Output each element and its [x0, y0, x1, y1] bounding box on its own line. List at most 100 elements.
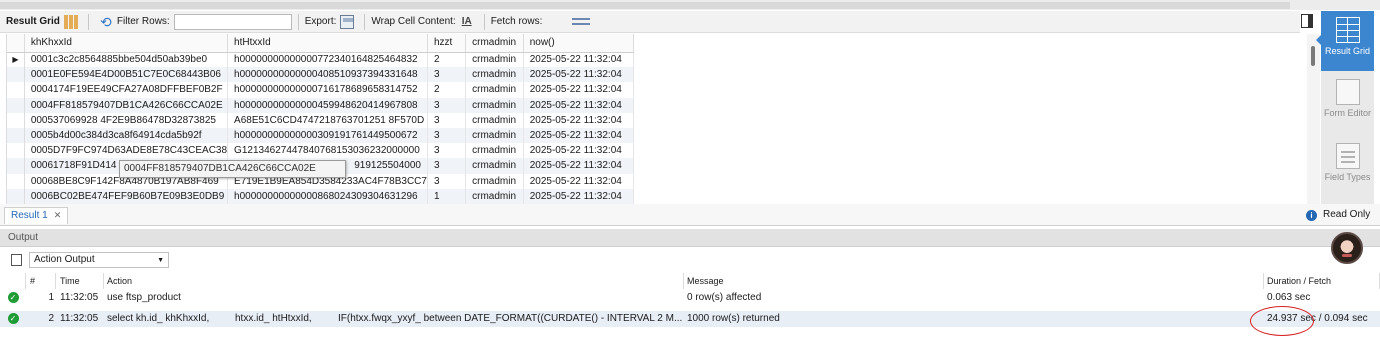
cell[interactable]: crmadmin — [465, 67, 524, 83]
cell[interactable]: 0004174F19EE49CFA27A08DFFBEF0B2F — [24, 82, 229, 98]
cell[interactable]: 0001c3c2c8564885bbe504d50ab39be0 — [24, 52, 229, 68]
output-type-select[interactable]: Action Output ▼ — [29, 252, 169, 268]
avatar[interactable] — [1331, 232, 1363, 264]
cell[interactable]: 0006BC02BE474FEF9B60B7E09B3E0DB9 — [24, 188, 229, 204]
cell[interactable]: 3 — [427, 143, 467, 159]
current-row-arrow-icon: ▶ — [7, 52, 25, 68]
cell[interactable]: crmadmin — [465, 112, 524, 128]
toolbar-divider — [483, 13, 485, 30]
toolbar-divider — [87, 13, 89, 30]
cell[interactable]: h00000000000000716178689658314752 — [227, 82, 428, 98]
table-row[interactable]: 0006BC02BE474FEF9B60B7E09B3E0DB9 h0000000… — [7, 188, 634, 204]
cell[interactable]: h00000000000000408510937394331648 — [227, 67, 428, 83]
status-column-header — [0, 273, 26, 289]
cell[interactable]: crmadmin — [465, 188, 524, 204]
cell[interactable]: 2025-05-22 11:32:04 — [523, 127, 634, 144]
cell[interactable]: 2025-05-22 11:32:04 — [523, 112, 634, 128]
cell[interactable]: 2025-05-22 11:32:04 — [523, 188, 634, 204]
cell[interactable]: 3 — [427, 112, 467, 128]
cell[interactable]: 3 — [427, 158, 467, 174]
output-row[interactable]: ✓ 2 11:32:05 select kh.id_ khKhxxId, htxx… — [0, 311, 1380, 327]
cell[interactable]: 3 — [427, 97, 467, 113]
close-icon[interactable]: ✕ — [54, 210, 62, 220]
cell[interactable]: 2 — [427, 82, 467, 98]
cell[interactable]: crmadmin — [465, 127, 524, 144]
table-row[interactable]: 0005b4d00c384d3ca8f64914cda5b92f h0000000… — [7, 127, 634, 144]
grid-vertical-scrollbar[interactable] — [1307, 34, 1320, 204]
cell[interactable]: 2025-05-22 11:32:04 — [523, 82, 634, 98]
column-header[interactable]: # — [26, 273, 56, 289]
cell[interactable]: 3 — [427, 127, 467, 144]
cell[interactable]: 2025-05-22 11:32:04 — [523, 52, 634, 68]
cell[interactable]: 2025-05-22 11:32:04 — [523, 158, 634, 174]
column-header[interactable]: Duration / Fetch — [1264, 273, 1380, 289]
cell[interactable]: 2025-05-22 11:32:04 — [523, 143, 634, 159]
cell[interactable]: 3 — [427, 173, 467, 189]
row-time: 11:32:05 — [60, 292, 99, 303]
column-header[interactable]: crmadmin — [465, 34, 524, 53]
cell[interactable]: crmadmin — [465, 97, 524, 113]
column-header[interactable]: Message — [684, 273, 1264, 289]
cell[interactable]: h00000000000000459948620414967808 — [227, 97, 428, 113]
column-header[interactable]: Time — [56, 273, 104, 289]
refresh-icon[interactable]: ⟲ — [99, 15, 113, 29]
column-header[interactable]: htHtxxId — [227, 34, 428, 53]
copy-icon[interactable] — [8, 254, 22, 269]
tab-result-1[interactable]: Result 1 ✕ — [4, 207, 69, 224]
cell[interactable]: h00000000000000868024309304631296 — [227, 188, 428, 204]
form-editor-view-button[interactable]: Form Editor — [1321, 79, 1374, 133]
row-message: 0 row(s) affected — [687, 292, 762, 303]
field-types-label: Field Types — [1324, 172, 1371, 182]
export-icon[interactable] — [340, 14, 355, 29]
fetch-next-icon[interactable] — [572, 14, 591, 29]
result-grid-view-button[interactable]: Result Grid — [1316, 11, 1374, 71]
cell[interactable]: 0005D7F9FC974D63ADE8E78C43CEAC38 — [24, 143, 229, 159]
column-header[interactable]: hzzt — [427, 34, 467, 53]
cell[interactable]: crmadmin — [465, 52, 524, 68]
cell[interactable]: 000537069928 4F2E9B86478D32873825 — [24, 112, 229, 128]
cell[interactable]: crmadmin — [465, 158, 524, 174]
row-duration: 0.063 sec — [1267, 292, 1311, 303]
status-cell: ✓ — [0, 311, 26, 327]
cell[interactable]: 2025-05-22 11:32:04 — [523, 97, 634, 113]
read-only-indicator: i Read Only — [1306, 208, 1370, 222]
cell[interactable]: 2025-05-22 11:32:04 — [523, 67, 634, 83]
cell[interactable]: h00000000000000309191761449500672 — [227, 127, 428, 144]
table-row[interactable]: ▶ 0001c3c2c8564885bbe504d50ab39be0 h000000… — [7, 52, 634, 68]
filter-rows-input[interactable] — [173, 13, 292, 30]
cell[interactable]: 0004FF818579407DB1CA426C66CCA02E — [24, 97, 229, 113]
filter-rows-label: Filter Rows: — [116, 16, 170, 27]
table-row[interactable]: 0005D7F9FC974D63ADE8E78C43CEAC38 G1213462… — [7, 143, 634, 159]
table-row[interactable]: 0004FF818579407DB1CA426C66CCA02E h0000000… — [7, 97, 634, 113]
table-row[interactable]: 0004174F19EE49CFA27A08DFFBEF0B2F h0000000… — [7, 82, 634, 98]
cell[interactable]: crmadmin — [465, 143, 524, 159]
table-row[interactable]: 0001E0FE594E4D00B51C7E0C68443B06 h0000000… — [7, 67, 634, 83]
top-scrollbar-track[interactable] — [0, 2, 1290, 9]
cell[interactable]: A68E51C6CD4747218763701251 8F570D — [227, 112, 428, 128]
cell[interactable]: G12134627447840768153036232000000 — [227, 143, 428, 159]
cell[interactable]: 3 — [427, 67, 467, 83]
cell[interactable]: 0001E0FE594E4D00B51C7E0C68443B06 — [24, 67, 229, 83]
result-tab-bar: Result 1 ✕ i Read Only — [0, 204, 1380, 226]
row-indicator — [7, 127, 25, 144]
cell[interactable]: h00000000000000772340164825464832 — [227, 52, 428, 68]
cell[interactable]: 1 — [427, 188, 467, 204]
toggle-panel-icon[interactable] — [1301, 14, 1313, 28]
row-indicator — [7, 112, 25, 128]
column-header[interactable]: Action — [104, 273, 684, 289]
cell[interactable]: 2025-05-22 11:32:04 — [523, 173, 634, 189]
wrap-text-icon[interactable]: IA — [460, 15, 474, 29]
scrollbar-thumb[interactable] — [1311, 46, 1315, 66]
cell[interactable]: 0005b4d00c384d3ca8f64914cda5b92f — [24, 127, 229, 144]
grid-icon[interactable] — [63, 14, 78, 29]
cell[interactable]: crmadmin — [465, 173, 524, 189]
column-header[interactable]: now() — [523, 34, 634, 53]
output-row[interactable]: ✓ 1 11:32:05 use ftsp_product 0 row(s) a… — [0, 290, 1380, 306]
cell[interactable]: 2 — [427, 52, 467, 68]
table-row[interactable]: 000537069928 4F2E9B86478D32873825 A68E51C… — [7, 112, 634, 128]
column-header[interactable]: khKhxxId — [24, 34, 229, 53]
top-scrollbar[interactable] — [0, 0, 1380, 10]
cell[interactable]: crmadmin — [465, 82, 524, 98]
field-types-view-button[interactable]: Field Types — [1321, 143, 1374, 197]
row-indicator — [7, 173, 25, 189]
